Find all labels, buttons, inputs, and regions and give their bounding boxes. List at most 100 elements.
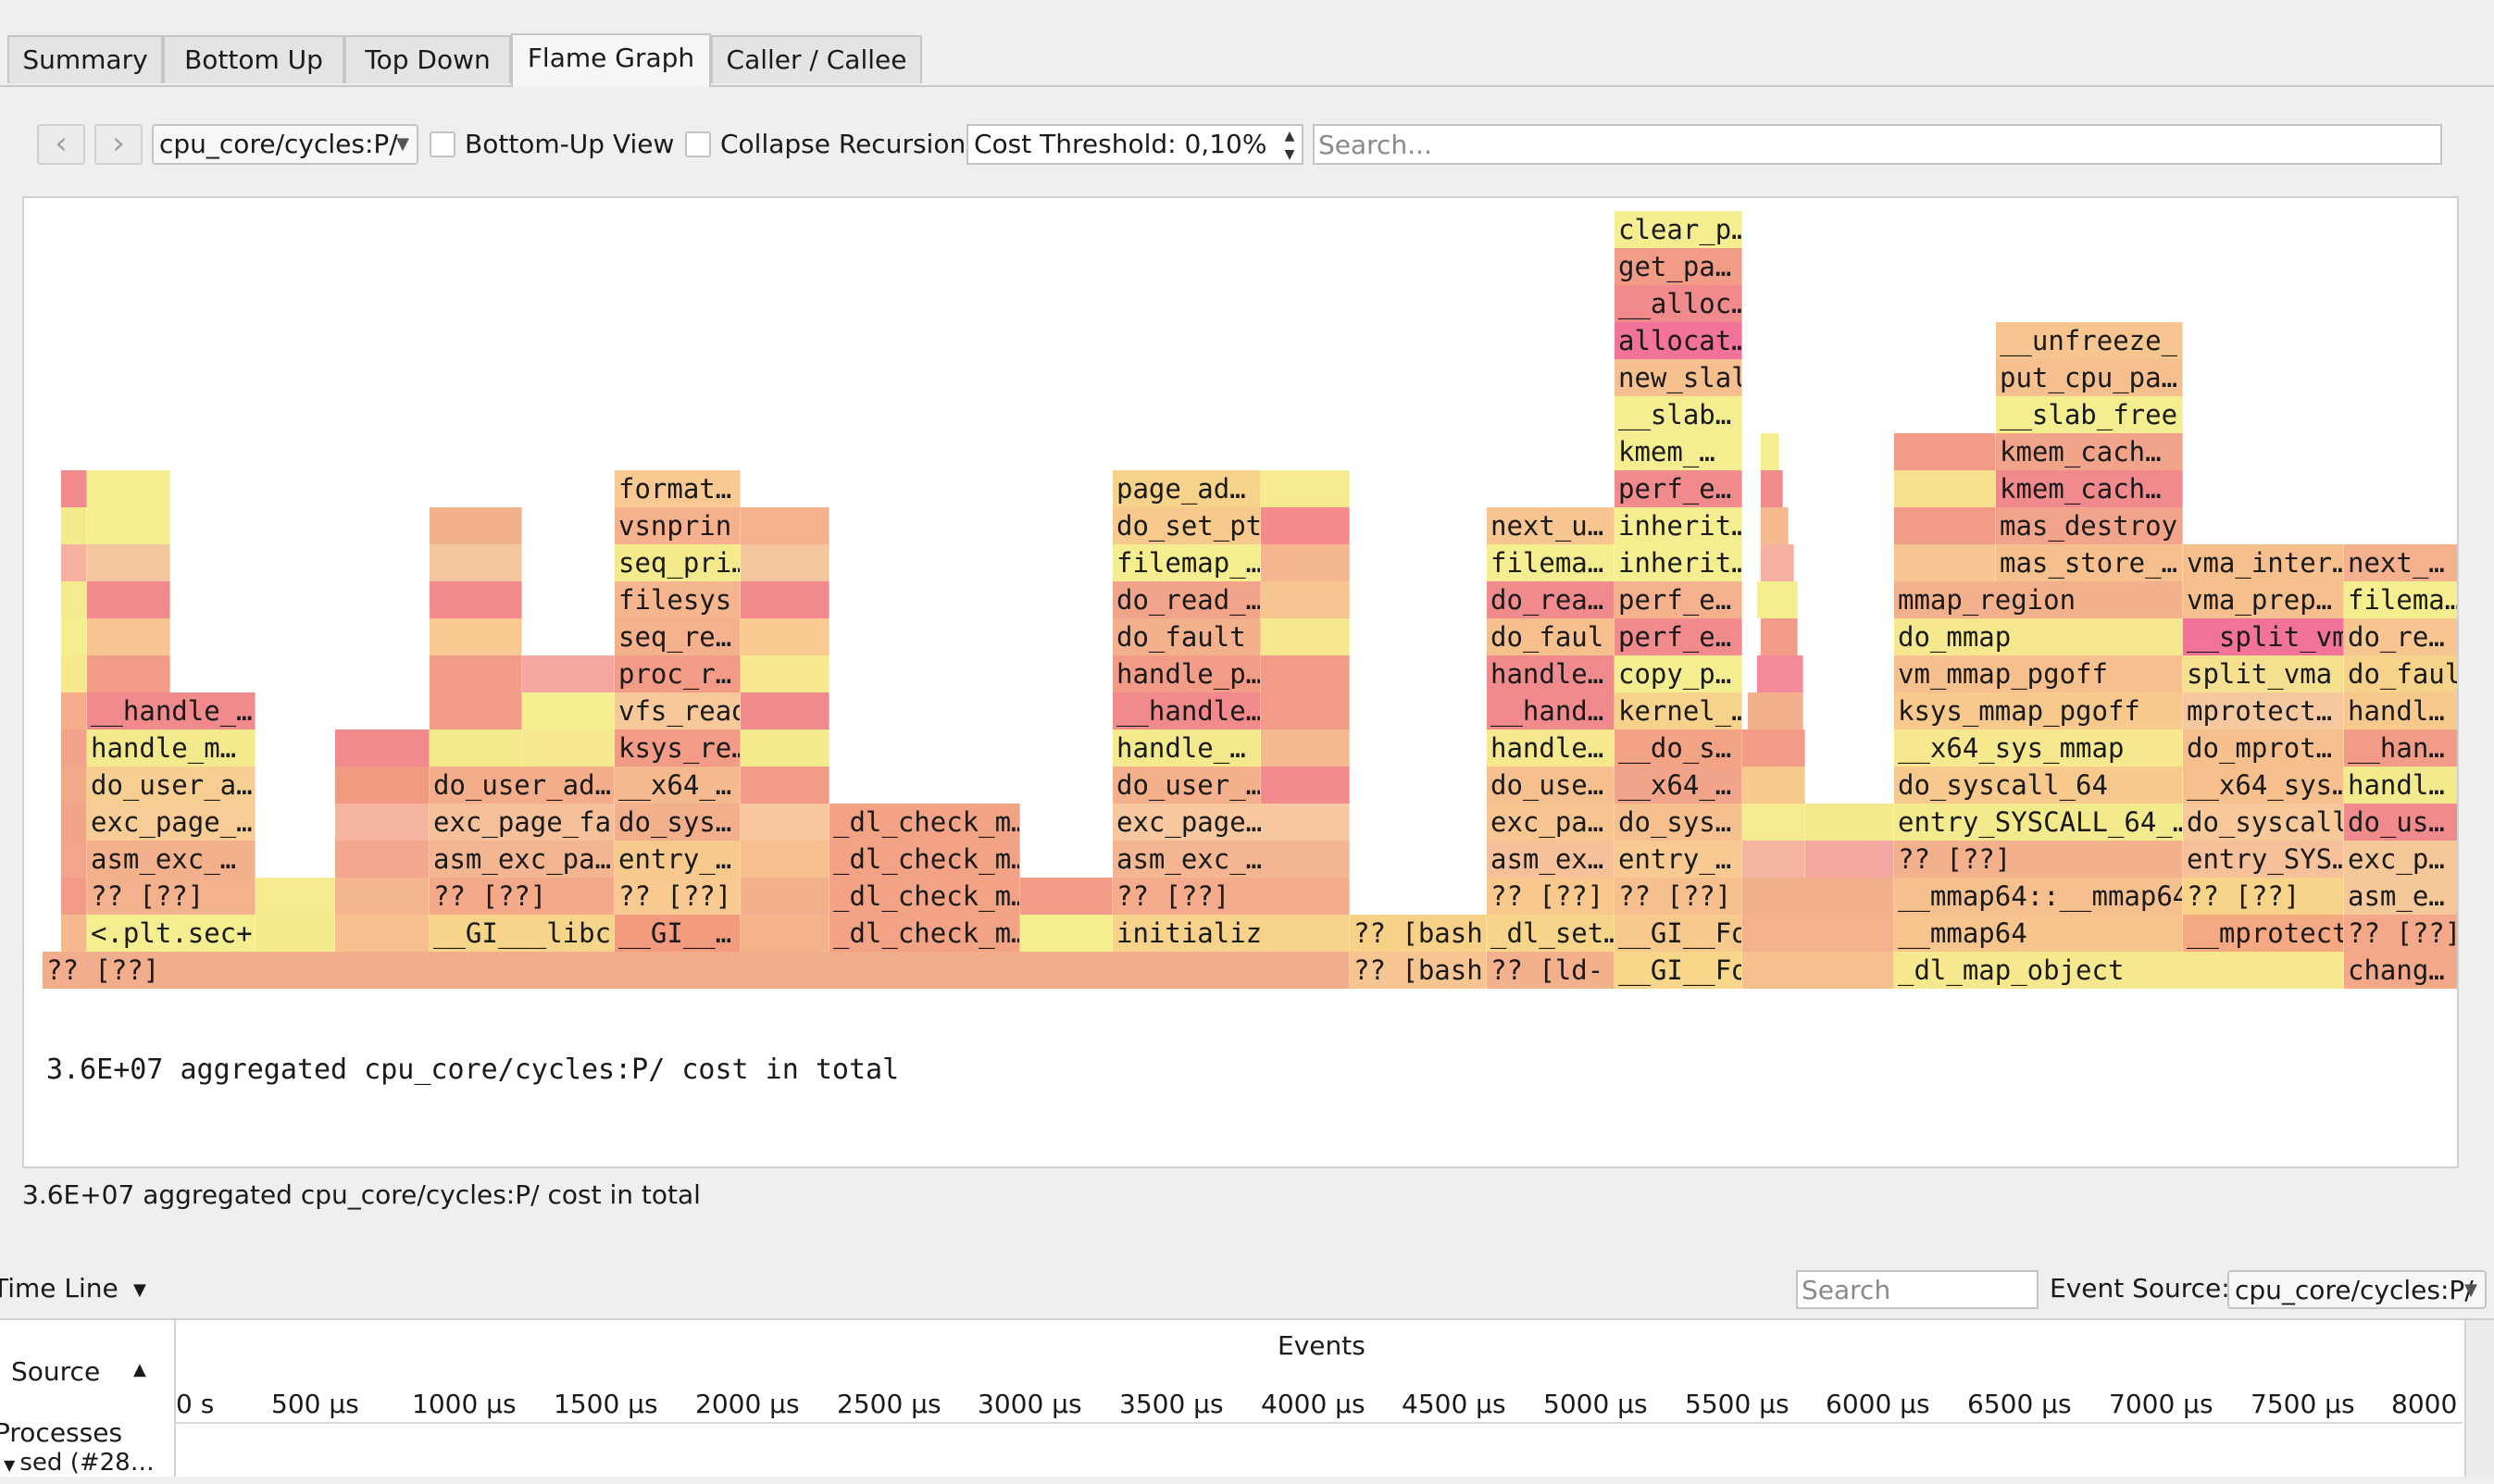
flame-frame[interactable] [1761, 544, 1794, 581]
flame-frame[interactable]: _dl_check_m… [829, 878, 1020, 915]
flame-frame[interactable] [61, 507, 87, 544]
flame-frame[interactable] [741, 841, 829, 878]
flame-frame[interactable]: ?? [ld- [1487, 952, 1615, 989]
flame-frame[interactable]: __hand… [1487, 692, 1615, 730]
back-button[interactable]: ‹ [37, 124, 85, 165]
flame-frame[interactable] [61, 692, 87, 730]
flame-frame[interactable]: asm_exc_pa… [430, 841, 615, 878]
flame-frame[interactable]: mas_store_… [1996, 544, 2183, 581]
flame-frame[interactable]: __GI__Fork: [1615, 915, 1742, 952]
flame-frame[interactable] [1761, 507, 1789, 544]
flame-frame[interactable] [741, 804, 829, 841]
flame-frame[interactable]: mas_destroy [1996, 507, 2183, 544]
flame-frame[interactable]: asm_ex… [1487, 841, 1615, 878]
flame-frame[interactable] [335, 915, 430, 952]
flame-frame[interactable]: page_ad… [1113, 470, 1261, 507]
flame-frame[interactable]: __unfreeze_ [1996, 322, 2183, 359]
flame-frame[interactable]: exc_p… [2344, 841, 2457, 878]
forward-button[interactable]: › [94, 124, 143, 165]
flame-frame[interactable] [1261, 730, 1350, 767]
flame-frame[interactable]: put_cpu_pa… [1996, 359, 2183, 396]
flame-frame[interactable] [87, 544, 170, 581]
flame-frame[interactable]: __mmap64::__mmap64 [1894, 878, 2183, 915]
flame-frame[interactable] [1761, 433, 1779, 470]
flame-frame[interactable] [87, 470, 170, 507]
flame-frame[interactable] [1805, 804, 1894, 841]
flame-frame[interactable]: allocat… [1615, 322, 1742, 359]
flame-frame[interactable]: handle_… [1113, 730, 1261, 767]
source-header[interactable]: Source [11, 1346, 100, 1398]
flame-frame[interactable]: _dl_check_m… [829, 915, 1020, 952]
flame-frame[interactable]: do_mprot… [2183, 730, 2344, 767]
flame-frame[interactable]: __mmap64 [1894, 915, 2183, 952]
flame-frame[interactable]: handle_m… [87, 730, 256, 767]
flame-frame[interactable] [1742, 952, 1894, 989]
flame-frame[interactable]: ?? [bash [1350, 952, 1487, 989]
flame-frame[interactable]: do_syscall [2183, 804, 2344, 841]
flame-frame[interactable]: kmem_cach… [1996, 433, 2183, 470]
flame-frame[interactable] [335, 804, 430, 841]
flame-frame[interactable] [87, 507, 170, 544]
flame-frame[interactable] [1757, 581, 1798, 618]
flame-frame[interactable]: mprotect… [2183, 692, 2344, 730]
flame-frame[interactable]: __GI__Fork [1615, 952, 1742, 989]
flame-frame[interactable] [741, 767, 829, 804]
spin-up-icon[interactable]: ▲ [1278, 126, 1302, 146]
flame-frame[interactable]: vfs_read [615, 692, 741, 730]
flame-frame[interactable] [87, 581, 170, 618]
flame-frame[interactable] [1020, 878, 1113, 915]
chevron-down-icon[interactable]: ▼ [133, 1265, 146, 1316]
flame-frame[interactable] [1261, 470, 1350, 507]
flame-frame[interactable]: __slab_free [1996, 396, 2183, 433]
flame-frame[interactable]: ?? [??] [615, 878, 741, 915]
flame-frame[interactable]: <.plt.sec+ [87, 915, 256, 952]
flame-frame[interactable] [61, 730, 87, 767]
flame-frame[interactable]: do_sys… [615, 804, 741, 841]
flame-frame[interactable]: filemap_… [1113, 544, 1261, 581]
flame-frame[interactable] [87, 655, 170, 692]
flame-frame[interactable]: do_user_a… [87, 767, 256, 804]
flame-frame[interactable] [1761, 618, 1798, 655]
flame-frame[interactable]: entry_SYSCALL_64_… [1894, 804, 2183, 841]
flame-frame[interactable] [430, 730, 522, 767]
flame-frame[interactable]: do_faul [1487, 618, 1615, 655]
flame-frame[interactable] [1757, 655, 1803, 692]
flame-frame[interactable]: filema… [1487, 544, 1615, 581]
flame-frame[interactable]: clear_p… [1615, 211, 1742, 248]
flame-frame[interactable] [741, 692, 829, 730]
flame-frame[interactable]: do_user_… [1113, 767, 1261, 804]
flame-frame[interactable]: handl… [2344, 692, 2457, 730]
flame-frame[interactable] [256, 878, 335, 915]
flame-frame[interactable] [741, 544, 829, 581]
timeline-scrollbar[interactable] [2464, 1320, 2494, 1477]
flame-frame[interactable] [1261, 581, 1350, 618]
flame-frame[interactable] [430, 618, 522, 655]
flame-frame[interactable] [61, 618, 87, 655]
flame-frame[interactable]: __GI__… [615, 915, 741, 952]
flame-frame[interactable]: exc_pa… [1487, 804, 1615, 841]
flame-frame[interactable]: ?? [??] [1894, 841, 2183, 878]
flame-frame[interactable]: do_read_… [1113, 581, 1261, 618]
flame-frame[interactable] [1742, 767, 1805, 804]
flame-frame[interactable] [1805, 841, 1894, 878]
bottom-up-checkbox[interactable] [430, 131, 455, 157]
flame-frame[interactable] [335, 730, 430, 767]
flame-frame[interactable] [1261, 618, 1350, 655]
flame-frame[interactable]: do_set_pt [1113, 507, 1261, 544]
flame-frame[interactable] [1742, 804, 1805, 841]
flame-frame[interactable]: ?? [bash [1350, 915, 1487, 952]
flame-frame[interactable] [430, 692, 522, 730]
flame-frame[interactable]: do_rea… [1487, 581, 1615, 618]
flame-frame[interactable]: ?? [??] [1615, 878, 1742, 915]
event-source-combo[interactable]: cpu_core/cycles:P/ ▼ [2227, 1270, 2487, 1309]
flame-frame[interactable]: get_pa… [1615, 248, 1742, 285]
flame-frame[interactable]: __slab… [1615, 396, 1742, 433]
flame-frame[interactable]: handle… [1487, 730, 1615, 767]
flame-frame[interactable]: ?? [??] [43, 952, 1350, 989]
flame-frame[interactable]: new_slal [1615, 359, 1742, 396]
flame-frame[interactable] [741, 618, 829, 655]
flame-frame[interactable] [522, 730, 615, 767]
flame-frame[interactable]: __GI___libc [430, 915, 615, 952]
flame-frame[interactable] [1894, 470, 1996, 507]
flame-frame[interactable]: filema… [2344, 581, 2457, 618]
